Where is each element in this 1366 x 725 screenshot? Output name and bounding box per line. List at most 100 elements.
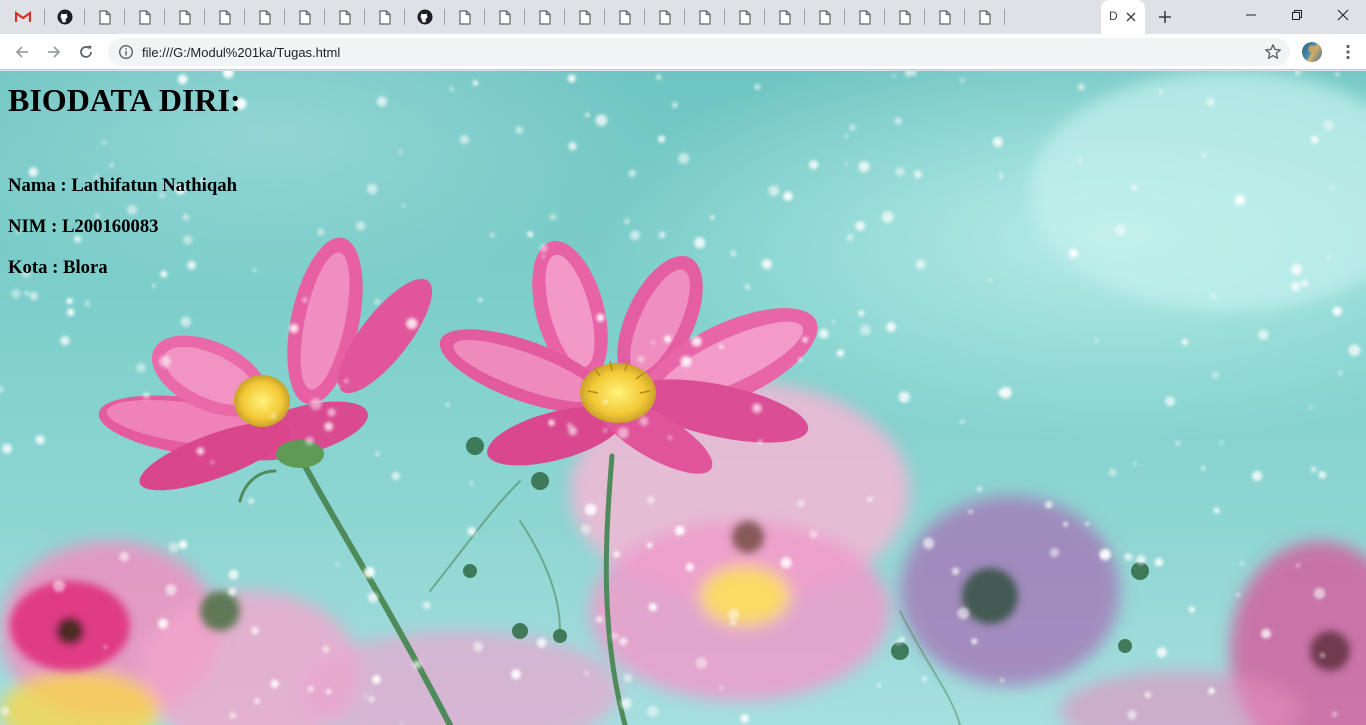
bokeh-dot <box>527 231 534 238</box>
browser-menu-button[interactable] <box>1336 40 1360 64</box>
bokeh-dot <box>402 203 406 207</box>
close-window-button[interactable] <box>1320 0 1366 30</box>
bokeh-dot <box>719 685 724 690</box>
bokeh-dot <box>367 592 379 603</box>
back-button[interactable] <box>8 38 36 66</box>
info-icon[interactable] <box>118 44 134 60</box>
bokeh-dot <box>584 670 589 676</box>
bokeh-dot <box>541 255 545 259</box>
page-icon <box>379 9 391 25</box>
tab[interactable] <box>485 0 525 34</box>
tab[interactable] <box>245 0 285 34</box>
field-nim: NIM : L200160083 <box>8 216 159 237</box>
minimize-icon <box>1246 14 1256 16</box>
tab[interactable] <box>565 0 605 34</box>
tab[interactable] <box>845 0 885 34</box>
tab[interactable] <box>925 0 965 34</box>
bokeh-dot <box>109 162 114 168</box>
back-arrow-icon <box>15 46 28 58</box>
star-icon[interactable] <box>1264 43 1282 61</box>
bokeh-dot <box>971 638 978 645</box>
bokeh-dot <box>1077 158 1083 163</box>
tab[interactable] <box>205 0 245 34</box>
bokeh-dot <box>647 496 655 504</box>
bokeh-dot <box>1332 711 1338 717</box>
tab[interactable] <box>365 0 405 34</box>
bokeh-dot <box>1114 224 1127 236</box>
bokeh-dot <box>1310 466 1317 473</box>
bokeh-dot <box>1094 338 1099 343</box>
bokeh-dot <box>377 96 387 107</box>
close-icon[interactable] <box>1123 9 1139 25</box>
restore-button[interactable] <box>1274 0 1320 30</box>
page-icon <box>819 9 831 25</box>
bokeh-dot <box>761 259 773 270</box>
tab[interactable] <box>445 0 485 34</box>
tab[interactable] <box>885 0 925 34</box>
tab[interactable] <box>285 0 325 34</box>
tab[interactable] <box>725 0 765 34</box>
tab[interactable] <box>405 0 445 34</box>
bokeh-dot <box>674 525 685 536</box>
bokeh-dot <box>548 419 555 426</box>
bokeh-dot <box>694 237 706 249</box>
tab[interactable] <box>45 0 85 34</box>
bokeh-dot <box>892 74 896 78</box>
bokeh-dot <box>196 447 205 455</box>
bokeh-dot <box>252 268 257 272</box>
tab[interactable] <box>765 0 805 34</box>
tab[interactable] <box>325 0 365 34</box>
bokeh-dot <box>325 688 332 695</box>
bokeh-dot <box>752 403 762 413</box>
bokeh-dot <box>406 318 418 330</box>
bokeh-dot <box>960 419 965 424</box>
tab[interactable] <box>965 0 1005 34</box>
new-tab-button[interactable] <box>1153 5 1177 29</box>
page-icon <box>219 9 231 25</box>
bokeh-dot <box>1348 344 1361 357</box>
bokeh-dot <box>229 712 237 720</box>
bokeh-dot <box>1069 249 1078 258</box>
page-icon <box>979 9 991 25</box>
tab[interactable] <box>0 0 45 34</box>
bokeh-dot <box>895 640 901 646</box>
tab[interactable] <box>165 0 205 34</box>
tab[interactable] <box>805 0 845 34</box>
page-icon <box>779 9 791 25</box>
minimize-button[interactable] <box>1228 0 1274 30</box>
page-icon <box>99 9 111 25</box>
bokeh-dot <box>317 228 324 236</box>
forward-button[interactable] <box>40 38 68 66</box>
bokeh-dot <box>685 563 695 572</box>
bokeh-dot <box>957 607 970 620</box>
forward-arrow-icon <box>48 46 61 58</box>
avatar[interactable] <box>1302 42 1322 62</box>
address-bar[interactable]: file:///G:/Modul%201ka/Tugas.html <box>108 38 1290 66</box>
bokeh-dot <box>489 232 495 238</box>
bokeh-dot <box>911 71 917 76</box>
bokeh-dot <box>730 250 737 257</box>
tab-active[interactable]: D <box>1101 0 1145 34</box>
reload-button[interactable] <box>72 38 100 66</box>
field-kota: Kota : Blora <box>8 257 108 278</box>
page-viewport: BIODATA DIRI: Nama : Lathifatun Nathiqah… <box>0 71 1366 725</box>
bokeh-dot <box>472 80 479 86</box>
tab[interactable] <box>685 0 725 34</box>
tab[interactable] <box>605 0 645 34</box>
bokeh-dot <box>623 673 633 683</box>
bokeh-dot <box>362 695 366 698</box>
tab[interactable] <box>85 0 125 34</box>
bokeh-dot <box>960 78 965 83</box>
url-text[interactable]: file:///G:/Modul%201ka/Tugas.html <box>142 45 340 60</box>
tab[interactable] <box>645 0 685 34</box>
bokeh-dot <box>922 676 927 682</box>
bokeh-dot <box>780 557 792 569</box>
bokeh-dot <box>309 398 322 410</box>
tab[interactable] <box>525 0 565 34</box>
bokeh-dot <box>449 87 454 91</box>
bokeh-dot <box>53 580 65 592</box>
bokeh-dot <box>1219 440 1224 445</box>
bokeh-dot <box>515 126 524 134</box>
tab[interactable] <box>125 0 165 34</box>
bokeh-dot <box>119 551 130 562</box>
